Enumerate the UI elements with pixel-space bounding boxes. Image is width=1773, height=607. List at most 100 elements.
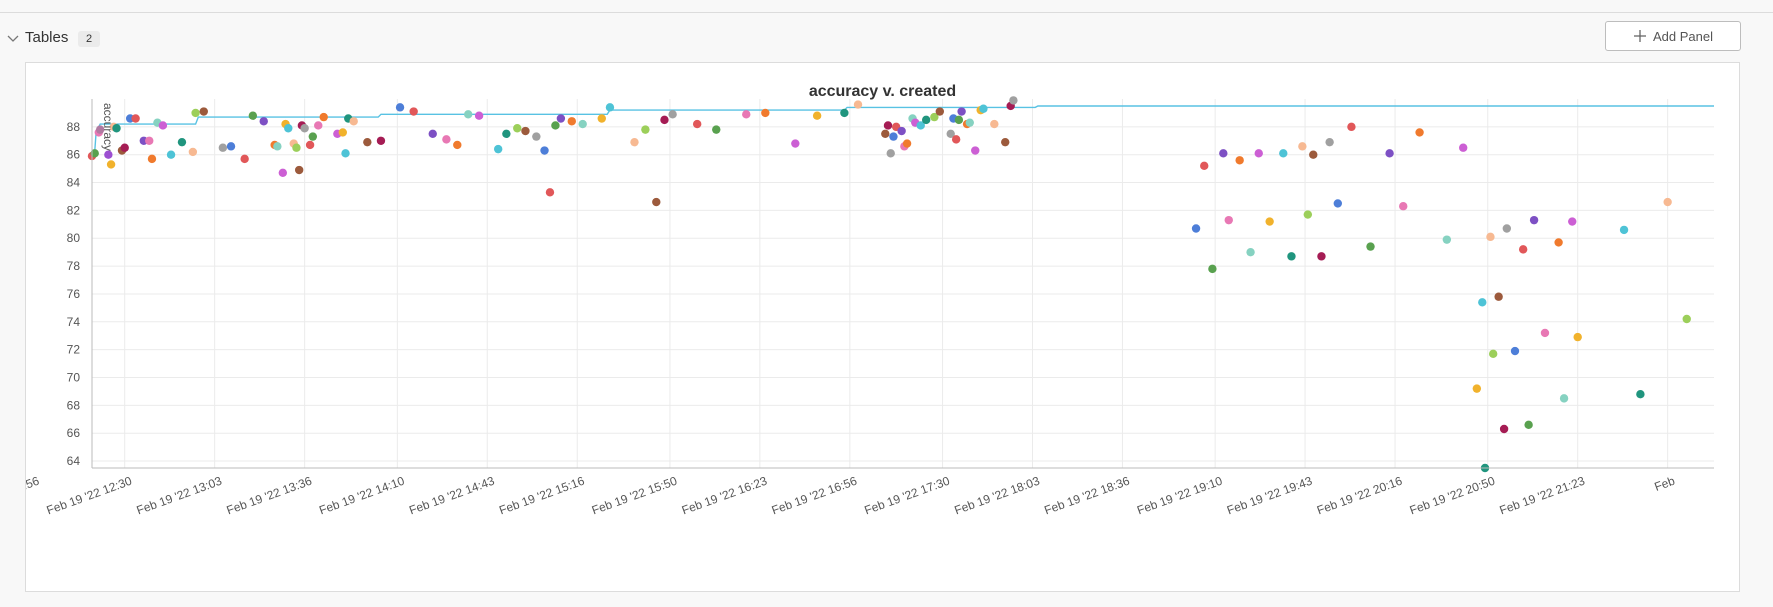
chevron-down-icon[interactable] <box>7 34 19 44</box>
data-point <box>965 118 974 127</box>
data-point <box>951 135 961 144</box>
data-point <box>1636 390 1645 399</box>
data-point <box>641 125 650 134</box>
data-point <box>314 121 323 130</box>
data-point <box>886 149 895 158</box>
y-tick-label: 80 <box>67 231 81 245</box>
data-point <box>742 110 751 119</box>
data-point <box>188 147 198 157</box>
data-point <box>1333 199 1343 208</box>
data-point <box>1219 149 1228 158</box>
data-point <box>493 144 503 154</box>
data-point <box>166 150 176 159</box>
data-point <box>979 104 988 113</box>
data-point <box>349 117 358 126</box>
data-point <box>284 124 293 133</box>
x-tick-label: Feb 19 '22 12:30 <box>45 474 134 518</box>
data-point <box>199 107 208 116</box>
y-axis-ticks: 64 66 68 70 72 74 76 78 80 82 84 86 88 <box>67 120 81 468</box>
data-point <box>1246 247 1255 257</box>
y-tick-label: 82 <box>67 203 81 217</box>
data-points <box>87 96 1691 473</box>
panel-count-badge: 2 <box>78 31 100 47</box>
data-point <box>1459 143 1468 152</box>
data-point <box>341 149 350 158</box>
data-point <box>1442 235 1452 244</box>
data-point <box>1303 210 1313 219</box>
y-tick-label: 76 <box>67 287 81 301</box>
x-tick-label: Feb 19 '22 16:23 <box>680 474 769 518</box>
y-tick-label: 84 <box>67 176 81 190</box>
data-point <box>1415 128 1424 137</box>
data-point <box>954 115 964 125</box>
data-point <box>158 121 168 130</box>
data-point <box>692 119 702 129</box>
data-point <box>853 100 863 109</box>
data-point <box>1191 224 1201 233</box>
data-point <box>1478 298 1487 307</box>
data-point <box>409 107 418 116</box>
data-point <box>761 108 770 118</box>
x-tick-label: Feb 19 '22 18:03 <box>952 474 1041 518</box>
data-point <box>191 108 200 118</box>
data-point <box>1009 96 1018 105</box>
data-point <box>897 126 906 136</box>
data-point <box>319 112 328 122</box>
section-title[interactable]: Tables <box>25 29 68 46</box>
data-point <box>1499 424 1509 434</box>
data-point <box>1472 384 1482 393</box>
data-point <box>278 168 288 177</box>
data-point <box>294 165 304 175</box>
data-point <box>474 111 484 120</box>
scatter-chart[interactable]: 64 66 68 70 72 74 76 78 80 82 84 86 88 Feb 19 '22 11… <box>26 63 1739 591</box>
data-point <box>567 117 576 126</box>
data-point <box>712 125 721 134</box>
data-point <box>1385 149 1394 158</box>
data-point <box>1200 161 1209 171</box>
data-point <box>120 143 129 152</box>
data-point <box>1208 264 1217 274</box>
y-axis-label: accuracy <box>101 103 115 151</box>
data-point <box>605 103 615 112</box>
data-point <box>652 197 661 207</box>
data-point <box>935 107 945 116</box>
data-point <box>442 135 451 144</box>
data-point <box>521 126 530 136</box>
x-tick-label: Feb 19 '22 15:50 <box>590 474 679 518</box>
data-point <box>1235 156 1244 165</box>
data-point <box>791 139 800 148</box>
grid-lines <box>92 99 1714 468</box>
data-point <box>1540 328 1550 338</box>
add-panel-button[interactable]: Add Panel <box>1605 21 1741 51</box>
add-panel-label: Add Panel <box>1653 28 1713 44</box>
data-point <box>106 160 116 169</box>
data-point <box>1518 245 1528 254</box>
data-point <box>240 154 249 164</box>
data-point <box>376 136 386 145</box>
data-point <box>1309 150 1318 159</box>
data-point <box>1347 122 1356 132</box>
data-point <box>259 117 268 126</box>
section-header: Tables 2 Add Panel <box>0 21 1773 52</box>
y-tick-label: 88 <box>67 120 81 134</box>
data-point <box>363 137 372 147</box>
y-tick-label: 66 <box>67 426 81 440</box>
x-tick-label: Feb 19 '22 21:23 <box>1498 474 1587 518</box>
data-point <box>292 143 301 152</box>
data-point <box>1254 149 1263 158</box>
data-point <box>990 119 999 129</box>
data-point <box>226 142 236 151</box>
data-point <box>540 146 549 155</box>
y-tick-label: 68 <box>67 398 81 412</box>
data-point <box>630 137 639 147</box>
data-point <box>578 119 587 129</box>
data-point <box>453 140 462 150</box>
data-point <box>668 110 677 119</box>
data-point <box>840 108 849 118</box>
data-point <box>1486 232 1495 242</box>
data-point <box>1559 394 1569 403</box>
data-point <box>551 121 560 130</box>
data-point <box>1399 202 1408 211</box>
data-point <box>147 154 157 164</box>
data-point <box>883 121 893 130</box>
